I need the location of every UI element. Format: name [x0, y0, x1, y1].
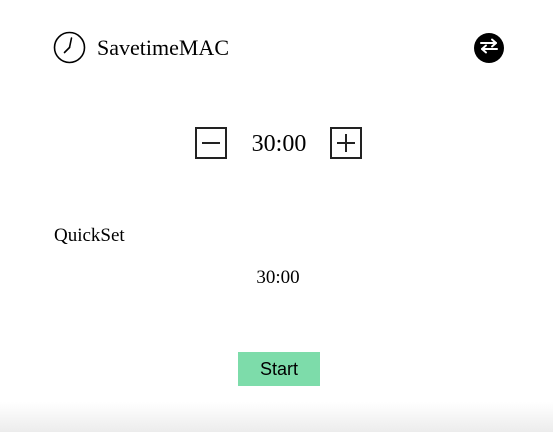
timer-stepper: 30:00: [0, 127, 553, 161]
increment-button[interactable]: [330, 127, 362, 159]
swap-button[interactable]: [474, 33, 504, 63]
app-title: SavetimeMAC: [97, 35, 229, 60]
start-button[interactable]: Start: [238, 352, 320, 386]
decrement-button[interactable]: [195, 127, 227, 159]
clock-icon: [53, 31, 86, 64]
app-header: SavetimeMAC: [53, 31, 504, 65]
swap-arrows-icon: [479, 38, 499, 59]
window-bottom-shadow: [0, 402, 553, 432]
quickset-label: QuickSet: [54, 225, 125, 246]
quickset-option[interactable]: 30:00: [240, 266, 316, 290]
timer-value: 30:00: [251, 131, 307, 157]
